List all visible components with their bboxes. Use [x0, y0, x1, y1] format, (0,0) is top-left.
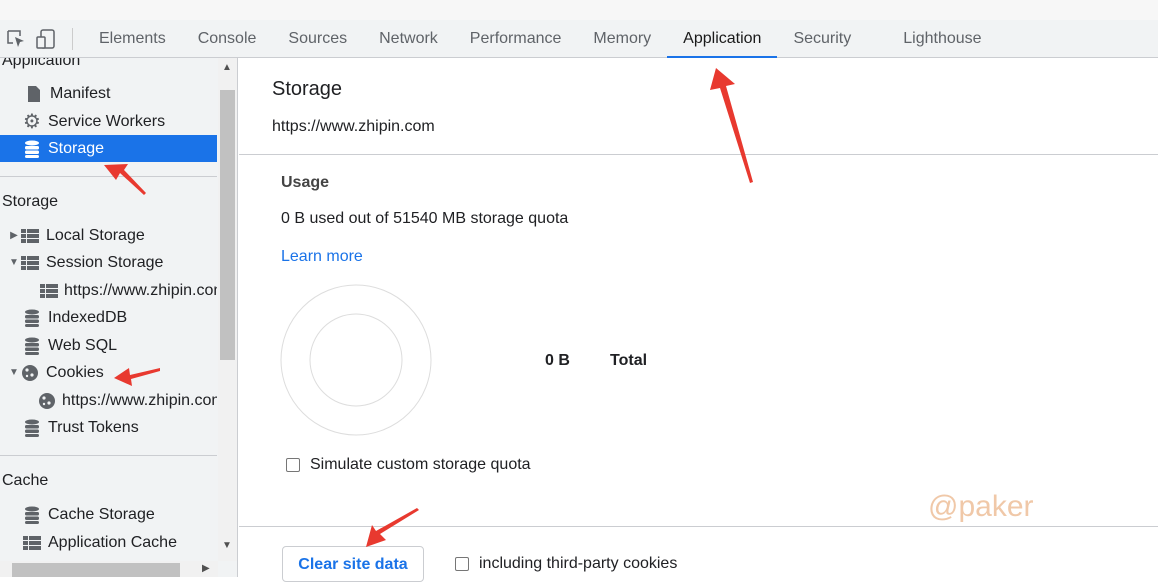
learn-more-link[interactable]: Learn more [281, 248, 363, 266]
devtools-tabbar: Elements Console Sources Network Perform… [0, 20, 1158, 58]
document-icon [24, 84, 44, 104]
tab-sources[interactable]: Sources [272, 20, 363, 58]
sidebar-item-label: Session Storage [46, 253, 164, 271]
scroll-up-arrow-icon[interactable]: ▲ [222, 62, 232, 73]
sidebar-item-label: Web SQL [48, 336, 118, 354]
sidebar-item-label: Manifest [50, 84, 111, 102]
vertical-scrollbar[interactable]: ▲ ▼ [218, 58, 237, 561]
sidebar-item-trust-tokens[interactable]: Trust Tokens [0, 414, 217, 441]
usage-pie-chart [280, 284, 432, 436]
scroll-right-arrow-icon[interactable]: ▶ [202, 563, 210, 574]
divider [239, 526, 1158, 527]
tab-performance[interactable]: Performance [454, 20, 578, 58]
sidebar-item-label: Application Cache [48, 533, 177, 551]
sidebar: Application Manifest ⚙ Service Workers St… [0, 58, 238, 577]
divider [0, 176, 217, 177]
database-icon [22, 505, 42, 525]
sidebar-item-cookies-origin[interactable]: https://www.zhipin.com [0, 387, 217, 414]
sidebar-item-label: https://www.zhipin.com [64, 281, 217, 299]
gear-icon: ⚙ [23, 111, 41, 133]
divider [0, 455, 217, 456]
collapse-arrow-icon[interactable]: ▼ [8, 257, 20, 268]
cookie-icon [20, 363, 40, 383]
window-top-strip [0, 0, 1158, 20]
grid-icon [20, 253, 40, 273]
section-storage: Storage [2, 193, 59, 210]
tab-memory[interactable]: Memory [577, 20, 667, 58]
sidebar-item-label: Cookies [46, 363, 104, 381]
total-value: 0 B [545, 352, 570, 369]
database-icon [22, 139, 42, 159]
sidebar-item-cookies[interactable]: ▼ Cookies [0, 359, 217, 386]
divider [239, 154, 1158, 155]
sidebar-item-label: Local Storage [46, 226, 145, 244]
sidebar-item-web-sql[interactable]: Web SQL [0, 332, 217, 359]
checkbox[interactable] [455, 557, 469, 571]
database-icon [22, 336, 42, 356]
sidebar-item-storage[interactable]: Storage [0, 135, 217, 162]
page-title: Storage [272, 78, 343, 100]
expand-arrow-icon[interactable]: ▶ [8, 230, 20, 241]
sidebar-item-indexeddb[interactable]: IndexedDB [0, 304, 217, 331]
scrollbar-thumb[interactable] [12, 563, 180, 577]
inspect-element-icon[interactable] [2, 25, 30, 53]
sidebar-item-label: Cache Storage [48, 505, 155, 523]
sidebar-item-label: https://www.zhipin.com [62, 391, 217, 409]
device-toolbar-icon[interactable] [32, 25, 60, 53]
tab-elements[interactable]: Elements [83, 20, 182, 58]
watermark: @paker [928, 490, 1034, 523]
sidebar-item-label: Service Workers [48, 112, 166, 130]
sidebar-item-cache-storage[interactable]: Cache Storage [0, 501, 217, 528]
sidebar-item-local-storage[interactable]: ▶ Local Storage [0, 222, 217, 249]
database-icon [22, 418, 42, 438]
grid-icon [40, 281, 58, 301]
sidebar-item-service-workers[interactable]: ⚙ Service Workers [0, 108, 217, 135]
toolbar-divider [72, 27, 73, 50]
cookie-icon [38, 391, 56, 411]
sidebar-item-label: Storage [48, 139, 105, 157]
tab-lighthouse[interactable]: Lighthouse [887, 20, 997, 58]
database-icon [22, 308, 42, 328]
sidebar-item-label: Trust Tokens [48, 418, 139, 436]
section-cache: Cache [2, 472, 49, 489]
usage-heading: Usage [281, 174, 330, 191]
horizontal-scrollbar[interactable]: ▶ [0, 561, 218, 577]
tab-network[interactable]: Network [363, 20, 454, 58]
checkbox-label: including third-party cookies [479, 555, 678, 572]
sidebar-item-session-origin[interactable]: https://www.zhipin.com [0, 277, 217, 304]
sidebar-item-label: IndexedDB [48, 308, 128, 326]
checkbox-label: Simulate custom storage quota [310, 456, 531, 473]
usage-text: 0 B used out of 51540 MB storage quota [281, 210, 569, 227]
third-party-cookies-checkbox[interactable]: including third-party cookies [455, 555, 677, 573]
tab-application[interactable]: Application [667, 20, 778, 58]
checkbox[interactable] [286, 458, 300, 472]
origin-url: https://www.zhipin.com [272, 118, 435, 135]
collapse-arrow-icon[interactable]: ▼ [8, 367, 20, 378]
scrollbar-thumb[interactable] [220, 90, 235, 360]
sidebar-item-application-cache[interactable]: Application Cache [0, 529, 217, 556]
tab-console[interactable]: Console [182, 20, 273, 58]
total-label: Total [610, 352, 648, 369]
tab-security[interactable]: Security [777, 20, 867, 58]
simulate-quota-checkbox[interactable]: Simulate custom storage quota [286, 456, 531, 474]
sidebar-item-session-storage[interactable]: ▼ Session Storage [0, 249, 217, 276]
section-application: Application [2, 58, 81, 69]
sidebar-item-manifest[interactable]: Manifest [0, 80, 217, 107]
grid-icon [22, 533, 42, 553]
scroll-down-arrow-icon[interactable]: ▼ [222, 540, 232, 551]
grid-icon [20, 226, 40, 246]
